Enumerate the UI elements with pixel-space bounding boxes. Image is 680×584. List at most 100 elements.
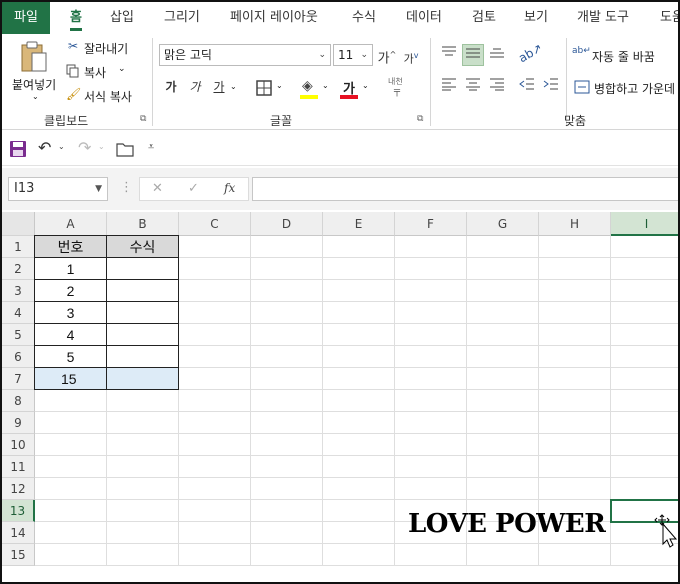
align-middle-button[interactable] [462, 44, 484, 66]
align-top-button[interactable] [438, 44, 460, 66]
tab-file[interactable]: 파일 [2, 2, 50, 34]
save-icon[interactable] [9, 140, 27, 158]
tab-developer[interactable]: 개발 도구 [577, 2, 629, 34]
redo-icon[interactable]: ↷ [78, 138, 91, 157]
row-header-9[interactable]: 9 [2, 412, 35, 434]
text-orientation-icon: ab↗ [516, 40, 545, 66]
orientation-button[interactable]: ab↗ [516, 41, 548, 66]
cell-b6[interactable] [106, 345, 179, 368]
cell-a5[interactable]: 4 [34, 323, 107, 346]
row-header-11[interactable]: 11 [2, 456, 35, 478]
align-bottom-button[interactable] [486, 44, 508, 66]
decrease-indent-button[interactable] [516, 76, 538, 98]
undo-dropdown-icon[interactable]: ⌄ [58, 142, 65, 151]
chevron-down-icon: ⌄ [360, 50, 368, 60]
row-header-10[interactable]: 10 [2, 434, 35, 456]
grow-font-button[interactable]: 가^ [376, 44, 398, 66]
tab-home[interactable]: 홈 [70, 2, 82, 34]
fill-color-button[interactable]: ◈ ⌄ [300, 78, 334, 100]
font-color-button[interactable]: 가 ⌄ [340, 78, 374, 100]
column-header-h[interactable]: H [539, 212, 611, 236]
shrink-font-button[interactable]: 가v [400, 45, 422, 67]
row-header-3[interactable]: 3 [2, 280, 35, 302]
row-header-6[interactable]: 6 [2, 346, 35, 368]
cell-a2[interactable]: 1 [34, 257, 107, 280]
tab-formulas[interactable]: 수식 [352, 2, 376, 34]
row-header-8[interactable]: 8 [2, 390, 35, 412]
row-header-4[interactable]: 4 [2, 302, 35, 324]
cell-a3[interactable]: 2 [34, 279, 107, 302]
column-header-a[interactable]: A [35, 212, 107, 236]
column-header-e[interactable]: E [323, 212, 395, 236]
redo-dropdown-icon[interactable]: ⌄ [98, 142, 105, 151]
cell-a4[interactable]: 3 [34, 301, 107, 324]
column-header-i[interactable]: I [611, 212, 678, 236]
tab-draw[interactable]: 그리기 [164, 2, 200, 34]
column-header-g[interactable]: G [467, 212, 539, 236]
font-name-select[interactable]: 맑은 고딕 ⌄ [159, 44, 331, 66]
font-launcher-icon[interactable]: ⧉ [417, 114, 423, 124]
group-divider [430, 38, 431, 126]
align-left-button[interactable] [438, 76, 460, 98]
column-header-b[interactable]: B [107, 212, 179, 236]
cell-b4[interactable] [106, 301, 179, 324]
cell-a7[interactable]: 15 [34, 367, 107, 390]
cell-a1[interactable]: 번호 [34, 235, 107, 258]
cell-a6[interactable]: 5 [34, 345, 107, 368]
enter-icon[interactable]: ✓ [188, 181, 199, 196]
clipboard-launcher-icon[interactable]: ⧉ [140, 114, 146, 124]
italic-button[interactable]: 가 [184, 76, 206, 98]
tab-data[interactable]: 데이터 [406, 2, 442, 34]
insert-function-icon[interactable]: fx [224, 181, 235, 195]
cell-b7[interactable] [106, 367, 179, 390]
tab-insert[interactable]: 삽입 [110, 2, 134, 34]
name-box[interactable]: I13 ▼ [8, 177, 108, 201]
undo-icon[interactable]: ↶ [38, 138, 51, 157]
tab-view[interactable]: 보기 [524, 2, 548, 34]
align-center-button[interactable] [462, 76, 484, 98]
increase-indent-button[interactable] [540, 76, 562, 98]
cell-b1[interactable]: 수식 [106, 235, 179, 258]
copy-button[interactable]: 복사 ⌄ [66, 62, 146, 82]
font-size-select[interactable]: 11 ⌄ [333, 44, 373, 66]
underline-button[interactable]: 가 [208, 76, 230, 98]
paste-icon [21, 41, 47, 72]
borders-button[interactable]: ⌄ [254, 78, 288, 98]
cell-b2[interactable] [106, 257, 179, 280]
cut-button[interactable]: ✂ 잘라내기 [68, 38, 148, 58]
copy-label: 복사 [84, 66, 107, 80]
customize-qat-icon[interactable]: ⩡ [148, 140, 154, 154]
align-right-button[interactable] [486, 76, 508, 98]
tab-help[interactable]: 도움 [660, 2, 678, 34]
column-header-f[interactable]: F [395, 212, 467, 236]
clipboard-group-label: 클립보드 [44, 114, 89, 128]
select-all-corner[interactable] [2, 212, 35, 236]
formula-input[interactable] [252, 177, 678, 201]
bold-button[interactable]: 가 [160, 76, 182, 98]
wrap-text-button[interactable]: ab↵ 자동 줄 바꿈 [572, 46, 678, 66]
row-header-12[interactable]: 12 [2, 478, 35, 500]
cell-b3[interactable] [106, 279, 179, 302]
row-header-2[interactable]: 2 [2, 258, 35, 280]
row-header-14[interactable]: 14 [2, 522, 35, 544]
folder-icon[interactable] [116, 141, 134, 157]
tab-review[interactable]: 검토 [472, 2, 496, 34]
worksheet-grid[interactable]: ABCDEFGHI 1 2 3 4 5 6 7 8 9 10 11 12 13 14 15 번호 수식 1 2 3 4… [2, 212, 678, 582]
wrap-text-label: 자동 줄 바꿈 [592, 50, 655, 64]
underline-dropdown-icon[interactable]: ⌄ [230, 82, 237, 91]
column-header-d[interactable]: D [251, 212, 323, 236]
cancel-icon[interactable]: ✕ [152, 181, 163, 196]
quick-access-toolbar: ↶ ⌄ ↷ ⌄ ⩡ [2, 130, 678, 166]
cell-b5[interactable] [106, 323, 179, 346]
row-header-1[interactable]: 1 [2, 236, 35, 258]
format-painter-button[interactable]: 🖌 서식 복사 [66, 86, 146, 106]
merge-center-button[interactable]: 병합하고 가운데 [572, 78, 678, 98]
row-header-5[interactable]: 5 [2, 324, 35, 346]
paste-button[interactable]: 붙여넣기 ⌄ [10, 38, 58, 104]
row-header-7[interactable]: 7 [2, 368, 35, 390]
column-header-c[interactable]: C [179, 212, 251, 236]
row-header-15[interactable]: 15 [2, 544, 35, 566]
row-header-13[interactable]: 13 [2, 500, 35, 522]
tab-page-layout[interactable]: 페이지 레이아웃 [230, 2, 318, 34]
phonetic-button[interactable]: 내천 ╤ [386, 76, 410, 100]
